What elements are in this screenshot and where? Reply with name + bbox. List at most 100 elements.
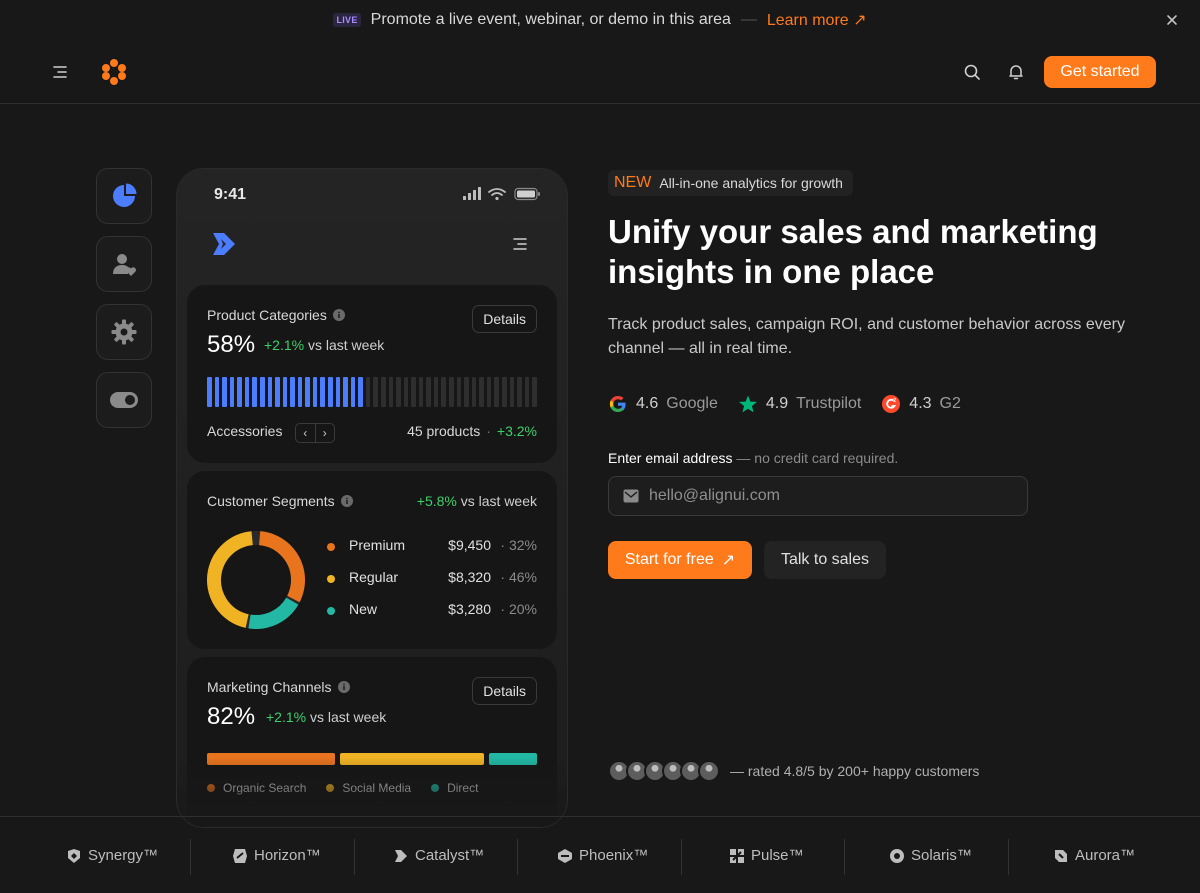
segment-value: $9,450 — [448, 537, 491, 553]
card-title-text: Product Categories — [207, 307, 327, 323]
progress-bar-segment — [259, 377, 265, 407]
chevron-right-icon[interactable]: › — [316, 424, 335, 442]
marketing-channels-delta: +2.1% vs last week — [266, 709, 386, 725]
rating-g2: 2 4.3 G2 — [881, 393, 961, 415]
rating-source: Google — [666, 395, 718, 412]
side-settings-button[interactable] — [96, 304, 152, 360]
divider — [844, 839, 845, 875]
progress-bar-segment — [403, 377, 409, 407]
catalyst-logo-icon — [395, 849, 407, 862]
side-users-button[interactable] — [96, 236, 152, 292]
progress-bar-segment — [320, 377, 325, 407]
rating-trustpilot: 4.9 Trustpilot — [738, 393, 861, 415]
start-for-free-button[interactable]: Start for free ↗ — [608, 541, 752, 579]
details-button[interactable]: Details — [472, 677, 537, 705]
brand-name: Aurora™ — [1075, 847, 1136, 864]
progress-bar-segment — [297, 377, 303, 407]
side-analytics-button[interactable] — [96, 168, 152, 224]
progress-bar-segment — [312, 377, 318, 407]
solaris-logo-icon — [890, 848, 904, 863]
delta-suffix: vs last week — [306, 709, 387, 725]
progress-bar-segment — [237, 377, 242, 407]
details-button[interactable]: Details — [472, 305, 537, 333]
email-field-wrapper — [608, 476, 1028, 516]
channel-bars — [207, 753, 537, 765]
segment-row-regular: Regular $8,320 · 46% — [327, 569, 537, 589]
product-categories-delta: +2.1% vs last week — [264, 337, 384, 353]
legend-label: Organic Search — [223, 781, 307, 795]
card-title-text: Marketing Channels — [207, 679, 332, 695]
battery-icon — [514, 187, 540, 201]
brand-logo-icon[interactable] — [100, 58, 128, 86]
top-nav: Get started — [0, 40, 1200, 104]
hero-subtitle: Track product sales, campaign ROI, and c… — [608, 316, 1125, 357]
progress-bar-segment — [396, 377, 401, 407]
brand-pulse: Pulse™ — [729, 817, 804, 893]
talk-to-sales-button[interactable]: Talk to sales — [764, 541, 886, 579]
info-icon[interactable] — [337, 681, 350, 693]
segment-percent: · 20% — [500, 601, 537, 617]
menu-icon[interactable] — [50, 62, 70, 82]
bell-icon[interactable] — [1006, 62, 1026, 82]
progress-bar-segment — [426, 377, 431, 407]
brand-name: Phoenix™ — [579, 847, 649, 864]
card-title-text: Customer Segments — [207, 493, 335, 509]
announcement-badge[interactable]: NEW All-in-one analytics for growth — [608, 170, 853, 196]
progress-bar-segment — [501, 377, 507, 407]
delta-suffix: vs last week — [304, 337, 385, 353]
email-field[interactable] — [649, 477, 1019, 515]
user-heart-icon — [113, 254, 136, 276]
progress-bar-segment — [388, 377, 394, 407]
channel-bar-organic-search — [207, 753, 335, 765]
category-name: Accessories — [207, 423, 283, 439]
wifi-icon — [488, 188, 506, 196]
segment-name: Premium — [349, 537, 406, 553]
search-icon[interactable] — [962, 62, 982, 82]
legend-item: Direct — [431, 781, 478, 795]
progress-bar-segment — [479, 377, 484, 407]
segment-row-new: New $3,280 · 20% — [327, 601, 537, 621]
rating-score: 4.6 — [636, 395, 659, 412]
progress-bar-segment — [373, 377, 378, 407]
segment-dot — [327, 543, 335, 551]
info-icon[interactable] — [332, 309, 345, 321]
segments-donut-chart — [207, 531, 305, 629]
rating-score: 4.3 — [909, 395, 932, 412]
segment-percent: · 46% — [500, 569, 537, 585]
email-label: Enter email address — no credit card req… — [608, 450, 898, 466]
brand-catalyst: Catalyst™ — [393, 817, 484, 893]
segment-dot — [327, 575, 335, 583]
channel-bar-direct — [489, 753, 537, 765]
progress-bar-segment — [486, 377, 492, 407]
progress-bar-segment — [350, 377, 356, 407]
delta-positive: +2.1% — [264, 337, 305, 353]
chevron-left-icon[interactable]: ‹ — [296, 424, 316, 442]
rating-google: 4.6 Google — [608, 393, 718, 415]
segment-row-premium: Premium $9,450 · 32% — [327, 537, 537, 557]
divider — [190, 839, 191, 875]
divider — [354, 839, 355, 875]
brand-name: Solaris™ — [911, 847, 972, 864]
customer-segments-delta: +5.8% vs last week — [417, 493, 537, 509]
email-label-text: Enter email address — [608, 450, 733, 466]
progress-bar-segment — [229, 377, 235, 407]
info-icon[interactable] — [340, 495, 353, 507]
progress-bar-segment — [524, 377, 530, 407]
status-bar-icons — [463, 187, 540, 201]
product-count: 45 products — [407, 423, 481, 439]
mail-icon — [623, 489, 639, 503]
progress-bar-segment — [441, 377, 446, 407]
promo-separator: — — [740, 11, 757, 28]
brand-aurora: Aurora™ — [1053, 817, 1135, 893]
category-row: Accessories ‹ › 45 products · +3.2% — [207, 423, 537, 443]
side-toggle-button[interactable] — [96, 372, 152, 428]
divider — [1008, 839, 1009, 875]
close-icon[interactable] — [1164, 12, 1180, 28]
progress-bar-segment — [494, 377, 499, 407]
live-badge: LIVE — [333, 13, 361, 27]
get-started-button[interactable]: Get started — [1044, 56, 1156, 88]
rating-source: G2 — [939, 395, 961, 412]
app-menu-icon[interactable] — [511, 235, 529, 253]
segment-name: Regular — [349, 569, 399, 585]
learn-more-link[interactable]: Learn more ↗ — [767, 10, 867, 30]
